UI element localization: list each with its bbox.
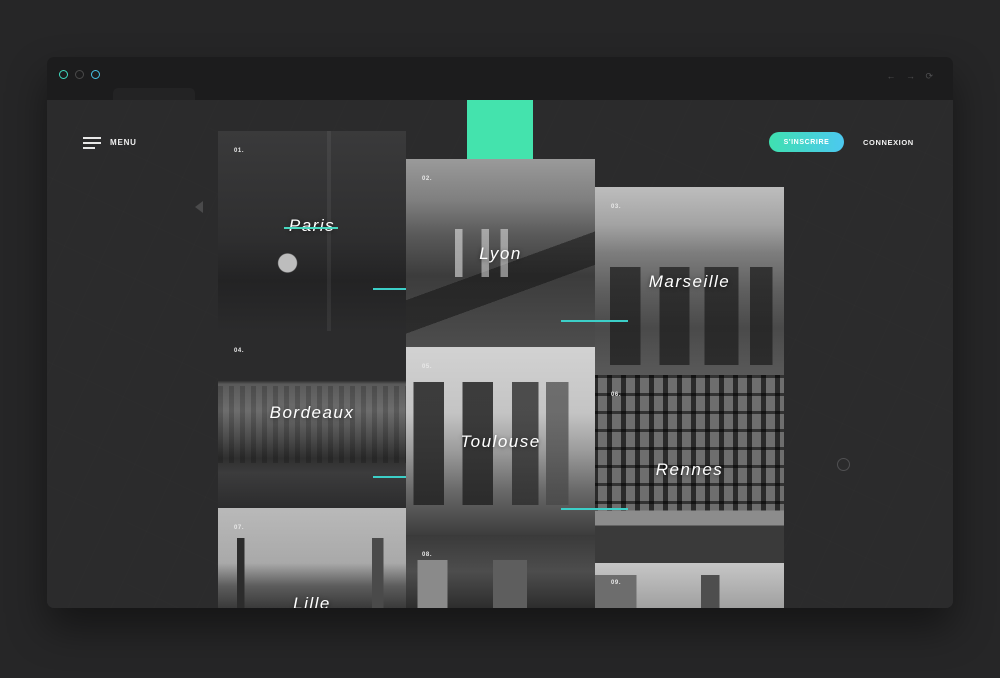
title-bar: ← → ⟳ xyxy=(47,57,953,100)
city-name: Toulouse xyxy=(460,432,541,451)
page-content: MENU S'INSCRIRE CONNEXION 01. Paris 04. … xyxy=(47,100,953,608)
tile-number: 07. xyxy=(234,525,245,531)
city-tile-rennes[interactable]: 06. Rennes xyxy=(595,375,784,563)
tile-number: 09. xyxy=(611,580,622,586)
minimize-dot-icon[interactable] xyxy=(75,70,84,79)
browser-window: ← → ⟳ MENU S'INSCRIRE CONNEXION 01. Pari… xyxy=(47,57,953,608)
city-name: Bordeaux xyxy=(269,403,355,422)
city-tile-8[interactable]: 08. xyxy=(406,535,595,608)
city-tile-marseille[interactable]: 03. Marseille xyxy=(595,187,784,375)
circle-indicator-icon[interactable] xyxy=(837,458,850,471)
tile-number: 02. xyxy=(422,176,433,182)
city-tile-lille[interactable]: 07. Lille xyxy=(218,508,406,608)
previous-arrow-icon[interactable] xyxy=(195,201,203,213)
city-tile-lyon[interactable]: 02. Lyon xyxy=(406,159,595,347)
tile-underline xyxy=(595,508,628,510)
tile-underline xyxy=(561,508,595,510)
nav-arrows-icon[interactable]: ← → ⟳ xyxy=(886,71,937,82)
city-name: Lille xyxy=(293,594,331,608)
accent-block xyxy=(467,100,533,159)
tile-number: 03. xyxy=(611,204,622,210)
menu-label: MENU xyxy=(110,137,137,147)
tile-number: 01. xyxy=(234,148,245,154)
close-dot-icon[interactable] xyxy=(59,70,68,79)
tile-number: 04. xyxy=(234,348,245,354)
strike-line xyxy=(284,227,338,229)
signup-button[interactable]: S'INSCRIRE xyxy=(769,132,844,152)
city-name: Lyon xyxy=(479,244,522,263)
tile-underline xyxy=(561,320,595,322)
login-link[interactable]: CONNEXION xyxy=(863,138,914,147)
menu-button[interactable]: MENU xyxy=(83,135,137,149)
browser-tab[interactable] xyxy=(113,88,195,100)
city-name: Marseille xyxy=(648,272,731,291)
city-name: Paris xyxy=(288,216,336,235)
maximize-dot-icon[interactable] xyxy=(91,70,100,79)
tile-number: 08. xyxy=(422,552,433,558)
city-tile-toulouse[interactable]: 05. Toulouse xyxy=(406,347,595,535)
city-name: Rennes xyxy=(655,460,724,479)
hamburger-icon xyxy=(83,136,101,149)
city-tile-bordeaux[interactable]: 04. Bordeaux xyxy=(218,331,406,508)
city-tile-paris[interactable]: 01. Paris xyxy=(218,131,406,331)
city-tile-9[interactable]: 09. xyxy=(595,563,784,608)
tile-underline xyxy=(595,320,628,322)
tile-underline xyxy=(373,288,406,290)
tile-underline xyxy=(373,476,406,478)
tile-number: 06. xyxy=(611,392,622,398)
tile-number: 05. xyxy=(422,364,433,370)
